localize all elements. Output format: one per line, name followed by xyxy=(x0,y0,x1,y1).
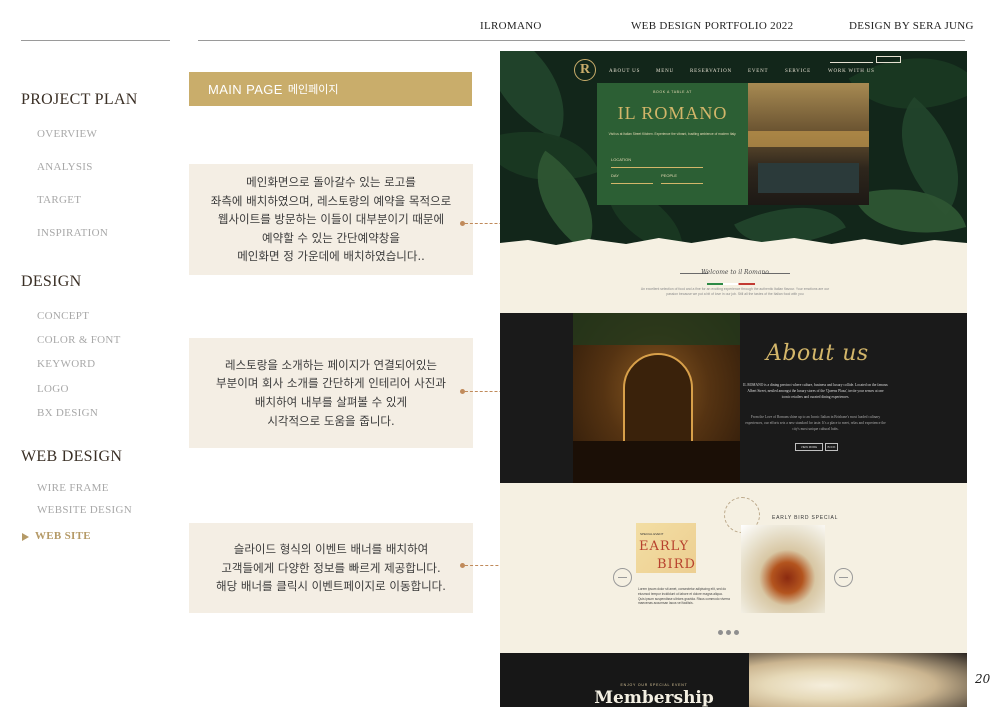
photo-plants xyxy=(573,313,740,345)
slider-dot[interactable] xyxy=(726,630,731,635)
website-mockup: R ABOUT US MENU RESERVATION EVENT SERVIC… xyxy=(500,51,967,707)
site-nav-work[interactable]: WORK WITH US xyxy=(828,69,875,74)
sidebar-item-website-design[interactable]: WEBSITE DESIGN xyxy=(37,504,132,516)
sidebar-item-inspiration[interactable]: INSPIRATION xyxy=(37,227,108,239)
restaurant-interior-photo xyxy=(748,83,869,205)
header-portfolio: WEB DESIGN PORTFOLIO 2022 xyxy=(631,20,794,32)
note-event-banner: 슬라이드 형식의 이벤트 배너를 배치하여 고객들에게 다양한 정보를 빠르게 … xyxy=(189,523,473,613)
header-brand: ILROMANO xyxy=(480,20,542,32)
slider-dot[interactable] xyxy=(734,630,739,635)
note-main-logo-booking: 메인화면으로 돌아갈수 있는 로고를 좌측에 배치하였으며, 레스토랑의 예약을… xyxy=(189,164,473,275)
event-slider-section: SPECIAL EVENT EARLY BIRD Lorem ipsum dol… xyxy=(500,483,967,653)
welcome-text: An excellent selection of food and a fin… xyxy=(640,287,830,297)
site-nav-reservation[interactable]: RESERVATION xyxy=(690,69,732,74)
booking-date-field[interactable] xyxy=(611,183,653,184)
header-divider-right xyxy=(198,40,965,41)
photo-bar-counter xyxy=(748,131,869,147)
membership-title: Membership xyxy=(594,688,714,707)
note-line: 예약할 수 있는 간단예약창을 xyxy=(262,230,400,245)
early-bird-sign-line2: BIRD xyxy=(657,557,696,572)
sidebar-item-logo[interactable]: LOGO xyxy=(37,383,69,395)
sidebar-item-wire-frame[interactable]: WIRE FRAME xyxy=(37,482,109,494)
booking-people-label: PEOPLE xyxy=(661,173,678,178)
site-search-input[interactable] xyxy=(830,58,873,63)
slider-prev-arrow-icon[interactable] xyxy=(613,568,632,587)
event-title: EARLY BIRD SPECIAL xyxy=(772,515,839,521)
slider-next-arrow-icon[interactable] xyxy=(834,568,853,587)
photo-bar-stools xyxy=(573,441,740,483)
wine-glasses-photo[interactable] xyxy=(741,525,825,613)
note-line: 부분이며 회사 소개를 간단하게 인테리어 사진과 xyxy=(216,376,446,391)
booking-subtitle: BOOK A TABLE AT xyxy=(653,90,692,94)
sidebar-item-target[interactable]: TARGET xyxy=(37,194,81,206)
site-nav-menu[interactable]: MENU xyxy=(656,69,674,74)
note-about-section: 레스토랑을 소개하는 페이지가 연결되어있는 부분이며 회사 소개를 간단하게 … xyxy=(189,338,473,448)
about-view-more-button[interactable]: VIEW MORE xyxy=(795,443,823,451)
note-line: 레스토랑을 소개하는 페이지가 연결되어있는 xyxy=(225,357,437,372)
page-number: 20 xyxy=(975,672,991,686)
early-bird-sign-line1: EARLY xyxy=(639,539,690,554)
note-line: 메인화면으로 돌아갈수 있는 로고를 xyxy=(246,174,416,189)
sidebar-item-web-site[interactable]: WEB SITE xyxy=(35,530,91,542)
note-line: 메인화면 정 가운데에 배치하였습니다.. xyxy=(237,249,425,264)
booking-title: IL ROMANO xyxy=(617,103,728,123)
slider-dot[interactable] xyxy=(718,630,723,635)
sidebar-section-design: DESIGN xyxy=(21,273,82,290)
photo-bar-arch xyxy=(623,353,693,443)
membership-subtitle: ENJOY OUR SPECIAL EVENT xyxy=(620,683,688,687)
about-book-button[interactable]: BOOK xyxy=(825,443,838,451)
about-text-secondary: From the Love of Romans shine up to an I… xyxy=(745,415,886,431)
booking-description: Visit us at Italian Street Kitchen. Expe… xyxy=(608,132,737,136)
about-title: About us xyxy=(766,341,869,366)
bar-interior-photo xyxy=(573,313,740,483)
booking-location-field[interactable] xyxy=(611,167,703,168)
note-line: 웹사이트를 방문하는 이들이 대부분이기 때문에 xyxy=(217,212,445,227)
sidebar-section-project-plan: PROJECT PLAN xyxy=(21,91,138,108)
booking-panel: BOOK A TABLE AT IL ROMANO Visit us at It… xyxy=(597,83,748,205)
site-nav-event[interactable]: EVENT xyxy=(748,69,768,74)
membership-section: ENJOY OUR SPECIAL EVENT Membership xyxy=(500,653,967,707)
note-line: 배치하여 내부를 살펴볼 수 있게 xyxy=(254,395,408,409)
sidebar-item-analysis[interactable]: ANALYSIS xyxy=(37,161,93,173)
about-section: About us IL ROMANO is a dining precinct … xyxy=(500,313,967,483)
sidebar-item-concept[interactable]: CONCEPT xyxy=(37,310,89,322)
sidebar-item-bx-design[interactable]: BX DESIGN xyxy=(37,407,98,419)
note-line: 시각적으로 도움을 줍니다. xyxy=(267,413,395,428)
hero-section: R ABOUT US MENU RESERVATION EVENT SERVIC… xyxy=(500,51,967,251)
early-bird-sign-small: SPECIAL EVENT xyxy=(640,532,664,536)
sidebar-item-keyword[interactable]: KEYWORD xyxy=(37,358,95,370)
dessert-photo xyxy=(749,653,967,707)
site-search-button[interactable] xyxy=(876,56,901,63)
sidebar-item-overview[interactable]: OVERVIEW xyxy=(37,128,97,140)
site-logo[interactable]: R xyxy=(574,59,596,81)
booking-location-label: LOCATION xyxy=(611,157,632,162)
header-divider-left xyxy=(21,40,170,41)
event-description: Lorem ipsum dolor sit amet, consectetur … xyxy=(638,587,730,606)
note-line: 고객들에게 다양한 정보를 빠르게 제공합니다. xyxy=(221,560,441,575)
booking-people-field[interactable] xyxy=(661,183,703,184)
note-line: 슬라이드 형식의 이벤트 배너를 배치하여 xyxy=(233,542,429,557)
about-text-primary: IL ROMANO is a dining precinct where cul… xyxy=(743,383,888,399)
booking-date-label: DAY xyxy=(611,173,619,178)
header-designer: DESIGN BY SERA JUNG xyxy=(849,20,974,32)
site-nav-service[interactable]: SERVICE xyxy=(785,69,811,74)
sidebar-item-color-font[interactable]: COLOR & FONT xyxy=(37,334,121,346)
welcome-divider-right xyxy=(762,273,790,274)
note-line: 좌측에 배치하였으며, 레스토랑의 예약을 목적으로 xyxy=(210,193,452,208)
active-item-arrow-icon xyxy=(22,533,29,541)
banner-title: MAIN PAGE xyxy=(208,81,283,97)
banner-subtitle: 메인페이지 xyxy=(287,84,339,96)
note-line: 해당 배너를 클릭시 이벤트페이지로 이동합니다. xyxy=(216,579,446,594)
photo-seating xyxy=(758,163,859,193)
italian-flag-stripe xyxy=(707,283,755,285)
sidebar-section-web-design: WEB DESIGN xyxy=(21,448,123,465)
site-nav-about[interactable]: ABOUT US xyxy=(609,69,640,74)
main-page-banner: MAIN PAGE 메인페이지 xyxy=(189,72,472,106)
